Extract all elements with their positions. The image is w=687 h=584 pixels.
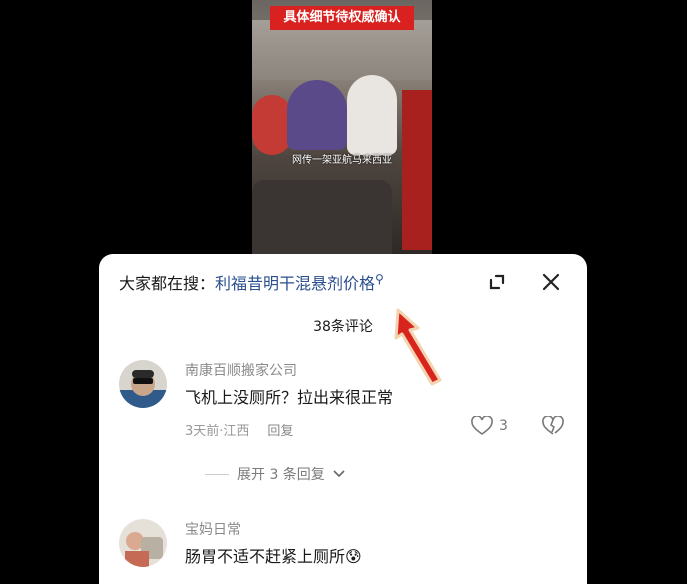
comment-username[interactable]: 南康百顺搬家公司 [185,360,297,380]
broken-heart-icon [542,415,564,435]
close-button[interactable] [537,268,565,296]
expand-button[interactable] [483,268,511,296]
video-caption: 网传一架亚航马来西亚 [292,155,392,166]
avatar[interactable] [119,360,167,408]
comment-username[interactable]: 宝妈日常 [185,519,241,539]
person-figure [287,80,347,150]
person-figure [252,95,292,155]
trending-search[interactable]: 大家都在搜：利福昔明干混悬剂价格⚲ [119,270,384,294]
close-icon [542,273,560,291]
heart-icon [471,416,493,435]
comment-sheet: 大家都在搜：利福昔明干混悬剂价格⚲ 38条评论 南康百顺搬家公司 飞机上没厕所？… [99,254,587,584]
cabin-seat [252,180,392,260]
trending-search-term[interactable]: 利福昔明干混悬剂价格 [215,274,375,293]
video-player[interactable]: 具体细节待权威确认 网传一架亚航马来西亚 [252,0,432,260]
expand-replies-label: 展开 3 条回复 [237,467,325,483]
comment-item: 宝妈日常 肠胃不适不赶紧上厕所😰 [119,519,569,584]
divider-line [205,473,229,475]
reply-button[interactable]: 回复 [267,424,293,439]
comment-text: 肠胃不适不赶紧上厕所😰 [185,547,362,566]
comment-text: 飞机上没厕所？拉出来很正常 [185,388,394,407]
video-title-banner: 具体细节待权威确认 [270,6,414,30]
like-count: 3 [499,418,508,434]
expand-replies-button[interactable]: 展开 3 条回复 [205,464,345,484]
expand-icon [489,274,505,290]
trending-search-label: 大家都在搜： [119,274,216,293]
comment-time-location: 3天前·江西 [185,424,250,439]
person-figure [347,75,397,155]
chevron-down-icon [333,470,345,478]
search-icon: ⚲ [375,272,384,286]
like-button[interactable]: 3 [471,416,508,436]
dislike-button[interactable] [542,415,564,440]
comment-meta: 3天前·江西 回复 [185,420,293,439]
annotation-arrow [394,308,442,386]
avatar[interactable] [119,519,167,567]
comment-count: 38条评论 [313,319,373,335]
person-figure [402,90,432,250]
